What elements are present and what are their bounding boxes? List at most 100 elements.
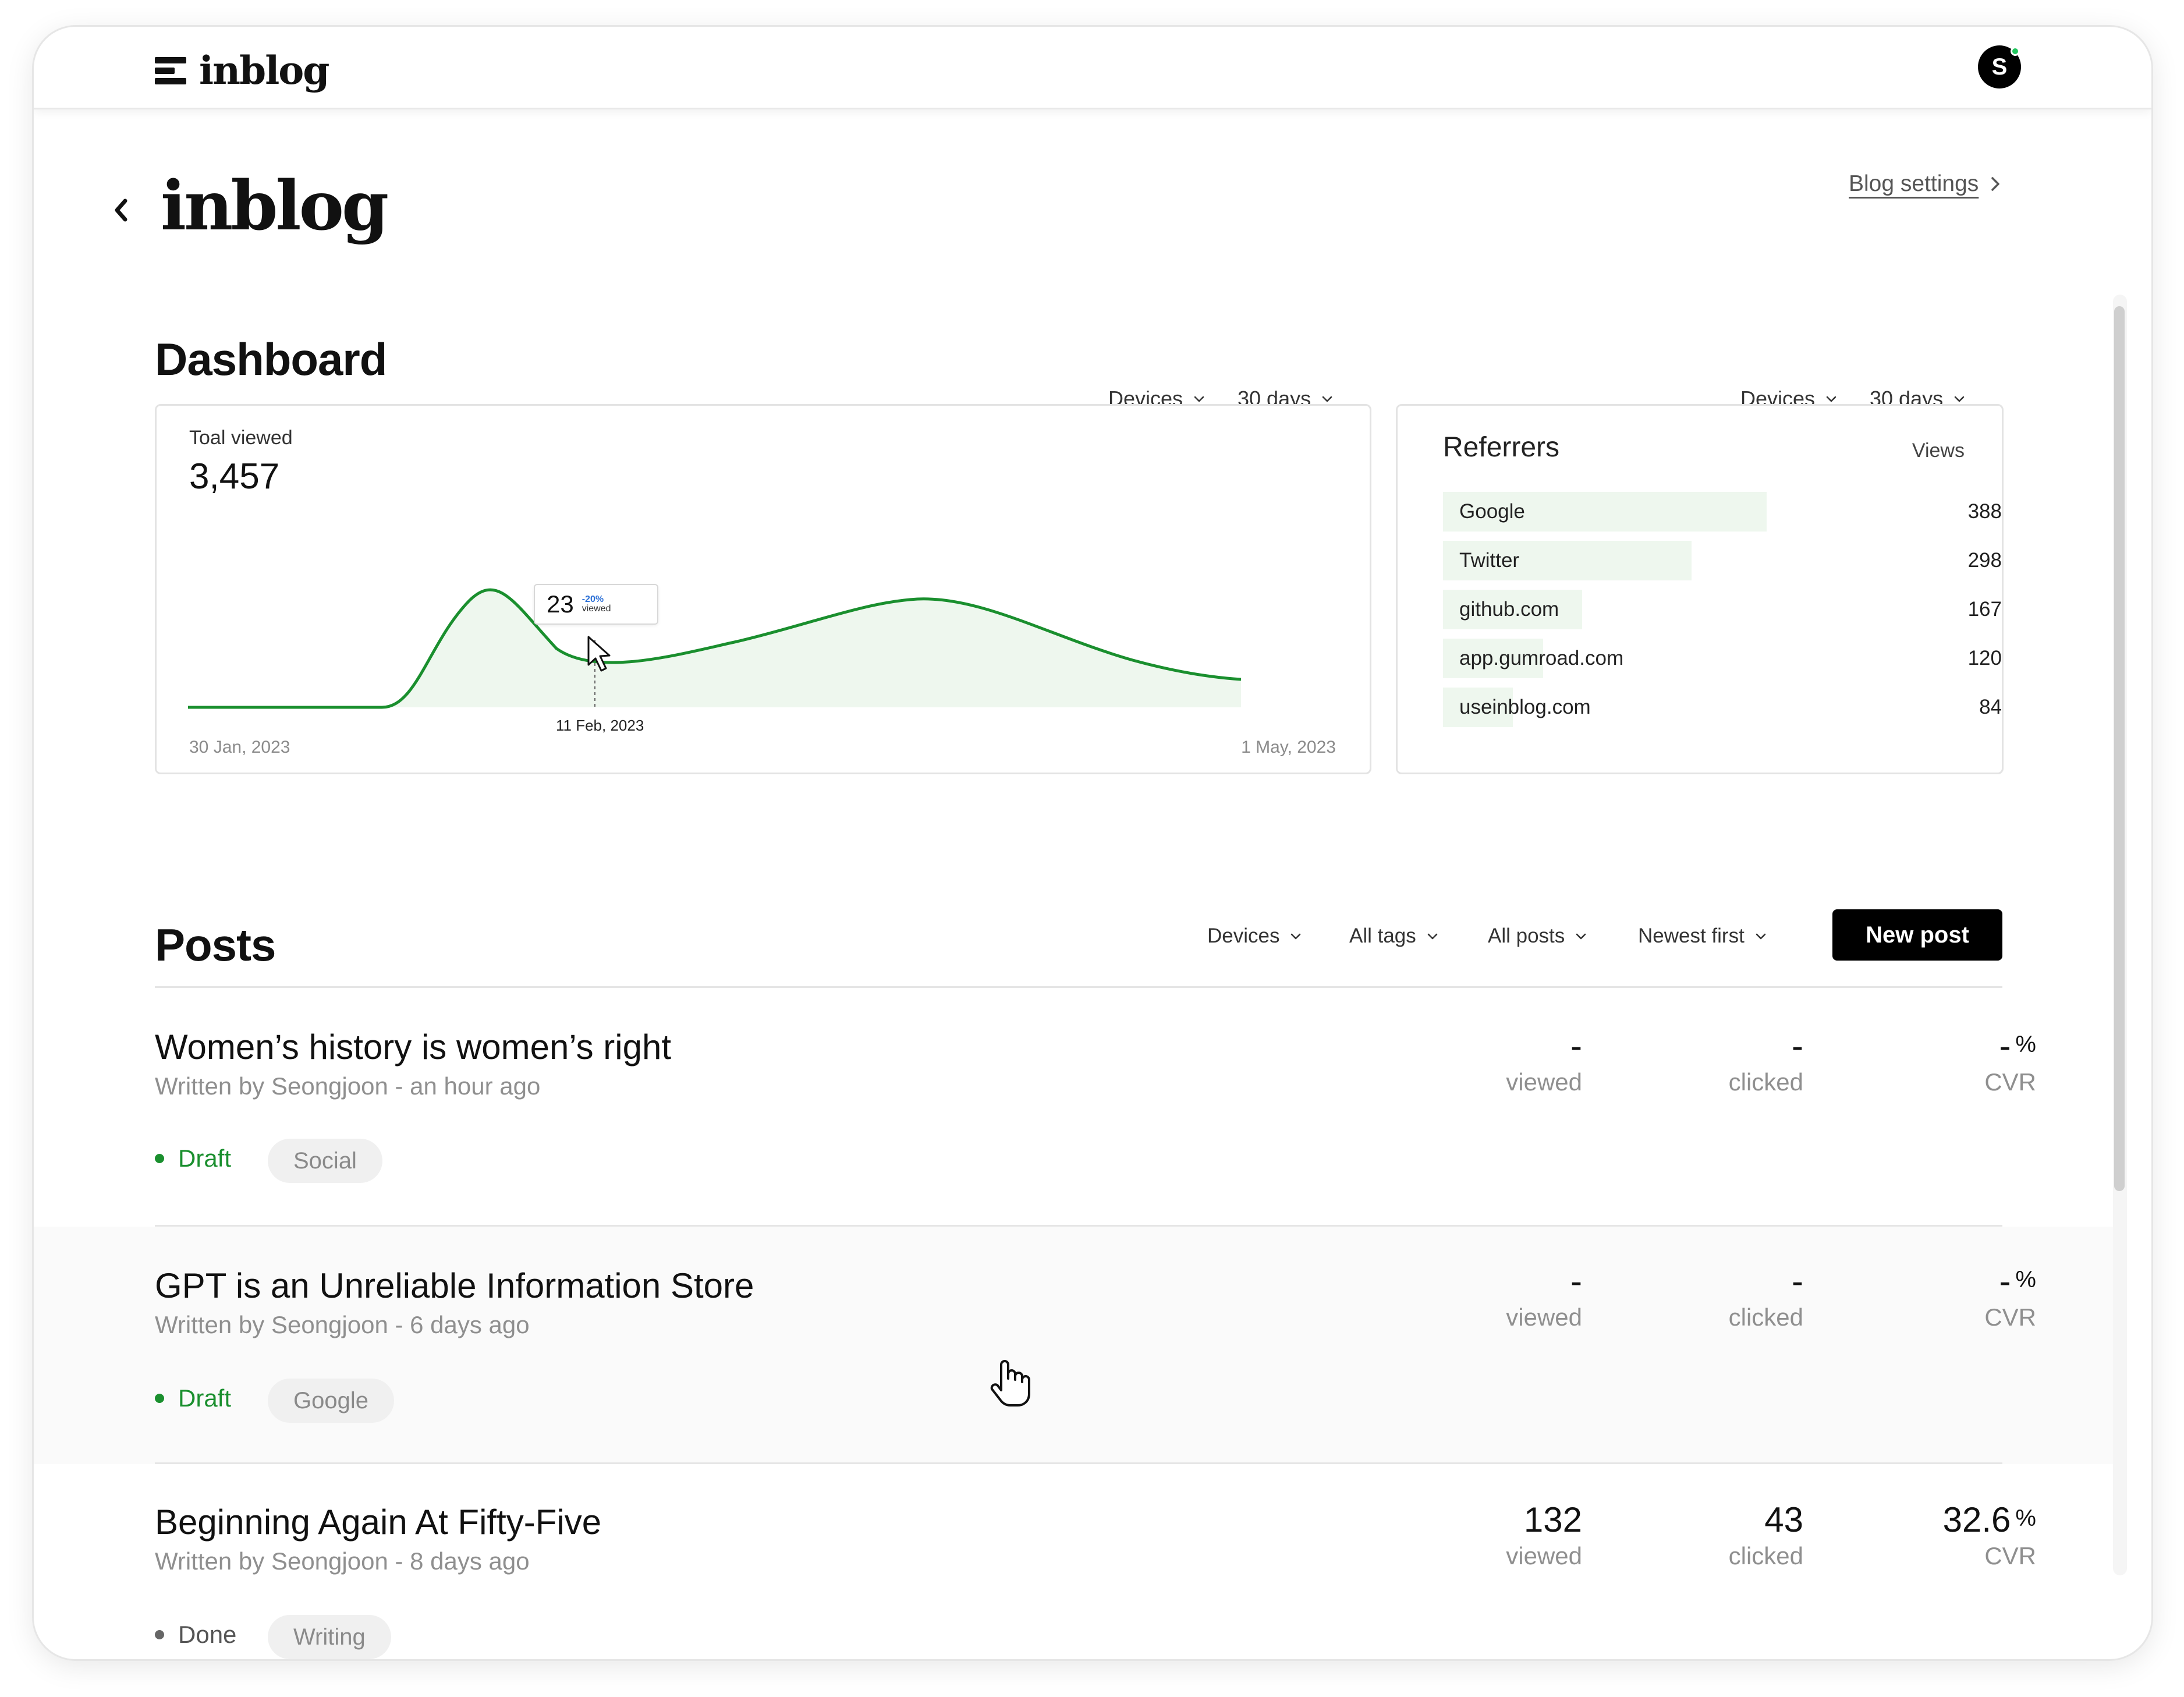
chart-start-date: 30 Jan, 2023: [189, 738, 290, 757]
chevron-right-icon: [1991, 177, 2000, 191]
referrers-title: Referrers: [1443, 432, 1560, 463]
post-title[interactable]: Beginning Again At Fifty-Five: [155, 1502, 601, 1542]
chevron-down-icon: [1291, 933, 1301, 940]
dashboard-title: Dashboard: [155, 334, 387, 385]
tooltip-unit: viewed: [582, 604, 611, 614]
referrer-name: github.com: [1459, 598, 1559, 621]
posts-type-filter[interactable]: All posts: [1488, 924, 1588, 948]
post-cvr-stat: -% CVR: [1815, 1026, 2036, 1096]
referrer-row[interactable]: github.com 167: [1443, 590, 2002, 629]
clicked-count: -: [1792, 1262, 1803, 1301]
post-meta: Written by Seongjoon - 6 days ago: [155, 1311, 530, 1338]
posts-title: Posts: [155, 919, 276, 970]
app-window: inblog S inblog Blog settings Dashboard …: [34, 27, 2151, 1659]
referrer-views: 298: [1967, 549, 2002, 572]
post-views-stat: 132 viewed: [1396, 1500, 1582, 1570]
status-dot: [155, 1154, 164, 1163]
post-tag[interactable]: Writing: [268, 1615, 391, 1659]
referrer-row[interactable]: app.gumroad.com 120: [1443, 639, 2002, 678]
post-clicks-stat: - clicked: [1617, 1026, 1803, 1096]
cvr-value: 32.6: [1942, 1500, 2011, 1539]
avatar[interactable]: S: [1978, 45, 2021, 88]
cvr-label: CVR: [1984, 1542, 2036, 1570]
post-cvr-stat: -% CVR: [1815, 1261, 2036, 1331]
post-tag[interactable]: Social: [268, 1139, 382, 1183]
referrers-views-header: Views: [1912, 440, 1965, 462]
post-status: Draft: [155, 1384, 231, 1412]
status-label: Done: [178, 1621, 237, 1648]
posts-device-filter[interactable]: Devices: [1207, 924, 1303, 948]
chevron-left-icon: [115, 199, 127, 222]
referrer-views: 120: [1967, 647, 2002, 669]
viewed-label: viewed: [1506, 1542, 1582, 1570]
chart-tooltip: 23 -20% viewed: [534, 584, 658, 625]
viewed-count: -: [1570, 1026, 1582, 1065]
post-clicks-stat: - clicked: [1617, 1261, 1803, 1331]
cvr-percent-sign: %: [2015, 1267, 2036, 1292]
hover-date-label: 11 Feb, 2023: [556, 717, 644, 734]
clicked-count: 43: [1764, 1500, 1803, 1539]
referrer-name: app.gumroad.com: [1459, 647, 1624, 669]
post-views-stat: - viewed: [1396, 1026, 1582, 1096]
referrer-row[interactable]: Google 388: [1443, 492, 2002, 532]
post-title[interactable]: GPT is an Unreliable Information Store: [155, 1266, 754, 1306]
cvr-percent-sign: %: [2015, 1505, 2036, 1531]
post-clicks-stat: 43 clicked: [1617, 1500, 1803, 1570]
cvr-percent-sign: %: [2015, 1032, 2036, 1057]
referrer-name: useinblog.com: [1459, 696, 1591, 718]
top-bar: inblog S: [34, 27, 2151, 109]
post-status: Draft: [155, 1145, 231, 1172]
cvr-value: -: [1999, 1262, 2011, 1301]
scrollbar-thumb[interactable]: [2114, 306, 2125, 1191]
online-status-dot: [2011, 47, 2020, 56]
views-area-chart: [188, 588, 1242, 709]
status-label: Draft: [178, 1384, 232, 1412]
posts-sort-filter-label: Newest first: [1638, 924, 1745, 947]
brand-name: inblog: [199, 48, 329, 93]
post-title[interactable]: Women’s history is women’s right: [155, 1027, 671, 1067]
status-dot: [155, 1394, 164, 1403]
cvr-label: CVR: [1984, 1068, 2036, 1096]
chart-area: [188, 590, 1241, 707]
cvr-label: CVR: [1984, 1303, 2036, 1331]
viewed-label: viewed: [1506, 1303, 1582, 1331]
tooltip-change: -20%: [582, 594, 604, 604]
post-cvr-stat: 32.6% CVR: [1815, 1500, 2036, 1570]
chevron-down-icon: [1576, 933, 1586, 940]
posts-device-filter-label: Devices: [1207, 924, 1280, 947]
posts-tags-filter[interactable]: All tags: [1349, 924, 1440, 948]
chart-end-date: 1 May, 2023: [1241, 738, 1336, 757]
clicked-label: clicked: [1728, 1068, 1803, 1096]
chevron-down-icon: [1756, 933, 1766, 940]
chevron-down-icon: [1427, 933, 1438, 940]
posts-sort-filter[interactable]: Newest first: [1638, 924, 1768, 948]
referrer-views: 167: [1967, 598, 2002, 621]
referrer-views: 84: [1979, 696, 2002, 718]
brand-logo[interactable]: inblog: [155, 48, 329, 93]
referrer-views: 388: [1967, 500, 2002, 523]
referrers-card: Referrers Views Google 388 Twitter 298 g…: [1396, 404, 2004, 774]
posts-divider: [155, 986, 2002, 988]
viewed-count: -: [1570, 1262, 1582, 1301]
referrer-name: Twitter: [1459, 549, 1520, 572]
referrer-row[interactable]: Twitter 298: [1443, 541, 2002, 580]
post-meta: Written by Seongjoon - an hour ago: [155, 1072, 541, 1100]
blog-settings-link[interactable]: Blog settings: [1849, 171, 2001, 197]
viewed-label: viewed: [1506, 1068, 1582, 1096]
total-viewed-card: Toal viewed 3,457 23 -20% viewed 11 Feb,…: [155, 404, 1371, 774]
post-tag[interactable]: Google: [268, 1379, 394, 1423]
clicked-label: clicked: [1728, 1303, 1803, 1331]
post-views-stat: - viewed: [1396, 1261, 1582, 1331]
cvr-value: -: [1999, 1026, 2011, 1065]
status-dot: [155, 1630, 164, 1639]
tooltip-value: 23: [547, 590, 574, 618]
referrer-row[interactable]: useinblog.com 84: [1443, 688, 2002, 727]
new-post-button[interactable]: New post: [1832, 909, 2002, 961]
blog-settings-label: Blog settings: [1849, 171, 1979, 196]
posts-tags-filter-label: All tags: [1349, 924, 1416, 947]
page-title: inblog: [161, 166, 389, 246]
viewed-count: 132: [1523, 1500, 1582, 1539]
back-button[interactable]: [104, 190, 139, 231]
logo-icon: [155, 56, 186, 85]
hand-cursor-icon: [990, 1360, 1030, 1407]
